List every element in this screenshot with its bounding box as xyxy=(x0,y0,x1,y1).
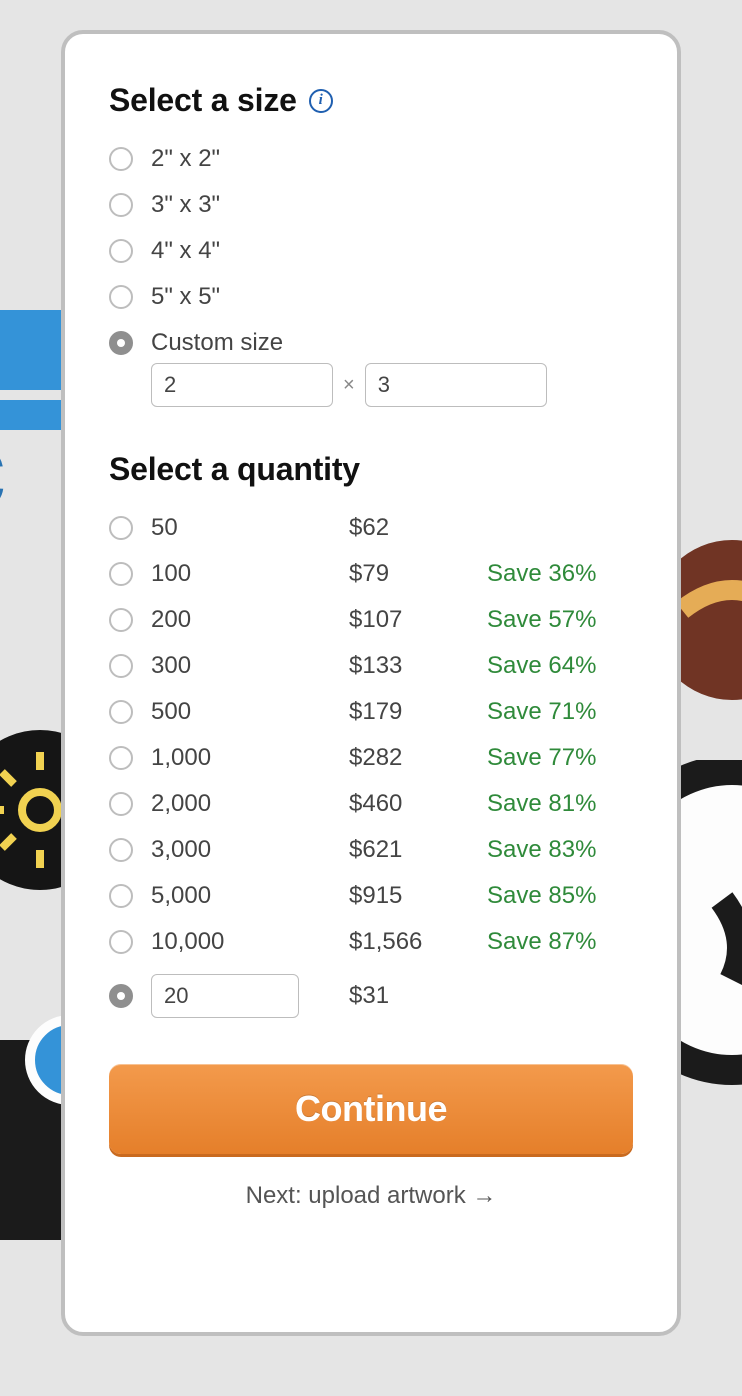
radio-icon[interactable] xyxy=(109,930,133,954)
radio-icon[interactable] xyxy=(109,746,133,770)
quantity-label: 1,000 xyxy=(151,744,331,772)
quantity-label: 200 xyxy=(151,606,331,634)
radio-icon[interactable] xyxy=(109,838,133,862)
quantity-price: $133 xyxy=(349,652,469,680)
size-option[interactable]: 3" x 3" xyxy=(109,191,633,219)
quantity-option[interactable]: 300 $133 Save 64% xyxy=(109,652,633,680)
size-option-label: 4" x 4" xyxy=(151,237,220,265)
size-option-label: 5" x 5" xyxy=(151,283,220,311)
quantity-label: 50 xyxy=(151,514,331,542)
quantity-save: Save 83% xyxy=(487,836,633,864)
continue-button[interactable]: Continue xyxy=(109,1064,633,1154)
radio-icon[interactable] xyxy=(109,562,133,586)
radio-icon[interactable] xyxy=(109,654,133,678)
size-option-list: 2" x 2" 3" x 3" 4" x 4" 5" x 5" Custom size xyxy=(109,145,633,357)
size-option-label: Custom size xyxy=(151,329,283,357)
radio-icon[interactable] xyxy=(109,516,133,540)
info-icon[interactable]: i xyxy=(309,89,333,113)
quantity-option-list: 50 $62 100 $79 Save 36% 200 $107 Save 57% 300 $13… xyxy=(109,514,633,1018)
quantity-label: 300 xyxy=(151,652,331,680)
radio-icon[interactable] xyxy=(109,608,133,632)
size-option[interactable]: 5" x 5" xyxy=(109,283,633,311)
radio-icon[interactable] xyxy=(109,700,133,724)
quantity-save: Save 87% xyxy=(487,928,633,956)
quantity-label: 100 xyxy=(151,560,331,588)
custom-height-input[interactable] xyxy=(365,363,547,407)
quantity-price: $107 xyxy=(349,606,469,634)
quantity-price: $62 xyxy=(349,514,469,542)
size-option[interactable]: 4" x 4" xyxy=(109,237,633,265)
size-heading: Select a size xyxy=(109,82,297,119)
quantity-option[interactable]: 5,000 $915 Save 85% xyxy=(109,882,633,910)
quantity-save: Save 85% xyxy=(487,882,633,910)
quantity-label: 10,000 xyxy=(151,928,331,956)
quantity-option[interactable]: 50 $62 xyxy=(109,514,633,542)
size-option-label: 2" x 2" xyxy=(151,145,220,173)
quantity-price: $621 xyxy=(349,836,469,864)
quantity-label: 3,000 xyxy=(151,836,331,864)
size-heading-row: Select a size i xyxy=(109,82,633,119)
next-step-text: Next: upload artwork → xyxy=(109,1182,633,1210)
quantity-label: 5,000 xyxy=(151,882,331,910)
quantity-option[interactable]: 10,000 $1,566 Save 87% xyxy=(109,928,633,956)
quantity-price: $915 xyxy=(349,882,469,910)
quantity-option[interactable]: 2,000 $460 Save 81% xyxy=(109,790,633,818)
quantity-save: Save 57% xyxy=(487,606,633,634)
radio-icon[interactable] xyxy=(109,285,133,309)
custom-size-inputs: × xyxy=(151,363,633,407)
radio-icon[interactable] xyxy=(109,193,133,217)
times-separator: × xyxy=(343,374,355,397)
order-config-card: Select a size i 2" x 2" 3" x 3" 4" x 4" 5" … xyxy=(61,30,681,1336)
radio-icon[interactable] xyxy=(109,792,133,816)
radio-icon[interactable] xyxy=(109,984,133,1008)
quantity-label: 2,000 xyxy=(151,790,331,818)
quantity-price: $1,566 xyxy=(349,928,469,956)
quantity-option[interactable]: 100 $79 Save 36% xyxy=(109,560,633,588)
quantity-option[interactable]: 3,000 $621 Save 83% xyxy=(109,836,633,864)
quantity-save: Save 64% xyxy=(487,652,633,680)
custom-quantity-price: $31 xyxy=(349,982,469,1010)
custom-width-input[interactable] xyxy=(151,363,333,407)
radio-icon[interactable] xyxy=(109,239,133,263)
quantity-option[interactable]: 200 $107 Save 57% xyxy=(109,606,633,634)
custom-quantity-input[interactable] xyxy=(151,974,299,1018)
quantity-price: $179 xyxy=(349,698,469,726)
quantity-save: Save 36% xyxy=(487,560,633,588)
quantity-label: 500 xyxy=(151,698,331,726)
quantity-option[interactable]: 500 $179 Save 71% xyxy=(109,698,633,726)
svg-text:c: c xyxy=(0,402,7,536)
quantity-save: Save 71% xyxy=(487,698,633,726)
radio-icon[interactable] xyxy=(109,331,133,355)
quantity-save: Save 81% xyxy=(487,790,633,818)
size-option-label: 3" x 3" xyxy=(151,191,220,219)
quantity-option-custom[interactable]: $31 xyxy=(109,974,633,1018)
quantity-option[interactable]: 1,000 $282 Save 77% xyxy=(109,744,633,772)
quantity-price: $282 xyxy=(349,744,469,772)
radio-icon[interactable] xyxy=(109,884,133,908)
size-option[interactable]: Custom size xyxy=(109,329,633,357)
quantity-price: $79 xyxy=(349,560,469,588)
quantity-heading: Select a quantity xyxy=(109,451,633,488)
size-option[interactable]: 2" x 2" xyxy=(109,145,633,173)
radio-icon[interactable] xyxy=(109,147,133,171)
quantity-price: $460 xyxy=(349,790,469,818)
quantity-save: Save 77% xyxy=(487,744,633,772)
